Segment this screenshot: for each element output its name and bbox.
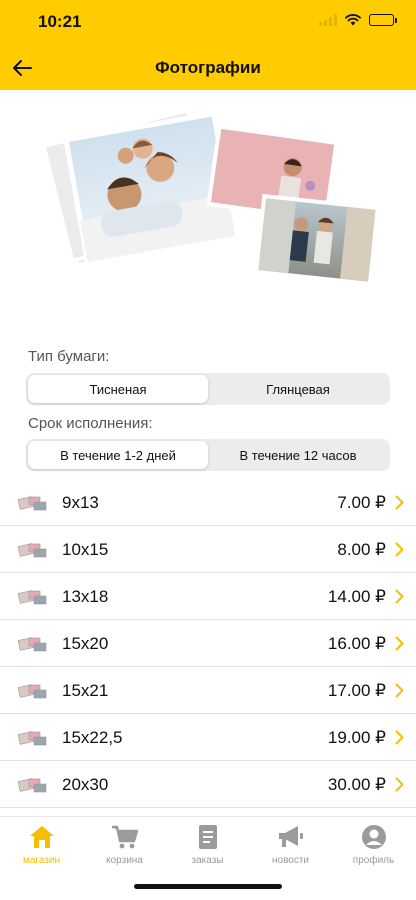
chevron-right-icon <box>395 495 404 510</box>
chevron-right-icon <box>395 636 404 651</box>
photo-prints-illustration <box>41 107 380 286</box>
profile-icon <box>361 825 386 849</box>
list-item[interactable]: 20x30 30.00 ₽ <box>0 761 416 808</box>
paper-type-option-embossed[interactable]: Тисненая <box>28 375 208 403</box>
tab-cart-label: корзина <box>106 855 143 866</box>
tab-news[interactable]: новости <box>249 823 332 866</box>
tab-shop[interactable]: магазин <box>0 823 83 866</box>
chevron-right-icon <box>395 777 404 792</box>
photo-prints-icon <box>18 731 47 746</box>
home-icon <box>29 826 54 848</box>
size-label: 9x13 <box>62 493 99 512</box>
size-label: 13x18 <box>62 587 109 606</box>
photo-prints-icon <box>18 543 47 558</box>
tab-shop-label: магазин <box>22 855 60 866</box>
price-label: 14.00 ₽ <box>327 587 386 606</box>
tab-orders[interactable]: заказы <box>166 823 249 866</box>
size-label: 15x21 <box>62 681 109 700</box>
size-label: 20x30 <box>62 775 109 794</box>
deadline-option-12-hours[interactable]: В течение 12 часов <box>208 441 388 469</box>
price-label: 8.00 ₽ <box>337 540 386 559</box>
tab-cart[interactable]: корзина <box>83 823 166 866</box>
tab-profile-label: профиль <box>352 855 395 866</box>
tab-news-label: новости <box>271 855 309 866</box>
size-label: 15x20 <box>62 634 109 653</box>
battery-icon <box>369 14 397 26</box>
deadline-option-1-2-days[interactable]: В течение 1-2 дней <box>28 441 208 469</box>
list-item[interactable]: 15x21 17.00 ₽ <box>0 667 416 714</box>
photo-prints-icon <box>18 684 47 699</box>
paper-type-label: Тип бумаги: <box>28 348 110 365</box>
photo-prints-icon <box>18 590 47 605</box>
cellular-signal-icon <box>319 14 337 26</box>
chevron-right-icon <box>395 589 404 604</box>
page-title: Фотографии <box>155 58 261 77</box>
chevron-right-icon <box>395 730 404 745</box>
paper-type-selector: Тисненая Глянцевая <box>26 373 390 405</box>
photo-prints-icon <box>18 778 47 793</box>
list-item[interactable]: 10x15 8.00 ₽ <box>0 526 416 573</box>
list-item[interactable]: 15x22,5 19.00 ₽ <box>0 714 416 761</box>
deadline-selector: В течение 1-2 дней В течение 12 часов <box>26 439 390 471</box>
list-item[interactable]: 13x18 14.00 ₽ <box>0 573 416 620</box>
chevron-right-icon <box>395 542 404 557</box>
size-label: 15x22,5 <box>62 728 123 747</box>
cart-icon <box>111 825 138 849</box>
megaphone-icon <box>278 826 303 847</box>
list-item[interactable]: 9x13 7.00 ₽ <box>0 479 416 526</box>
price-label: 30.00 ₽ <box>327 775 386 794</box>
price-label: 19.00 ₽ <box>327 728 386 747</box>
list-item[interactable]: 15x20 16.00 ₽ <box>0 620 416 667</box>
sizes-list: 9x13 7.00 ₽ 10x15 8.00 ₽ 13x18 14.00 ₽ 1… <box>0 479 416 808</box>
price-label: 17.00 ₽ <box>327 681 386 700</box>
deadline-label: Срок исполнения: <box>28 415 153 432</box>
tab-orders-label: заказы <box>191 855 224 866</box>
photo-prints-icon <box>18 637 47 652</box>
top-bar: 10:21 Фотографии <box>0 0 416 90</box>
paper-type-option-glossy[interactable]: Глянцевая <box>208 375 388 403</box>
photo-prints-icon <box>18 496 47 511</box>
size-label: 10x15 <box>62 540 109 559</box>
price-label: 16.00 ₽ <box>327 634 386 653</box>
chevron-right-icon <box>395 683 404 698</box>
status-time: 10:21 <box>38 12 82 31</box>
orders-icon <box>198 825 217 849</box>
home-indicator <box>134 884 282 889</box>
price-label: 7.00 ₽ <box>337 493 386 512</box>
wifi-icon <box>345 14 361 26</box>
status-icons <box>319 14 397 26</box>
tab-profile[interactable]: профиль <box>332 823 415 866</box>
